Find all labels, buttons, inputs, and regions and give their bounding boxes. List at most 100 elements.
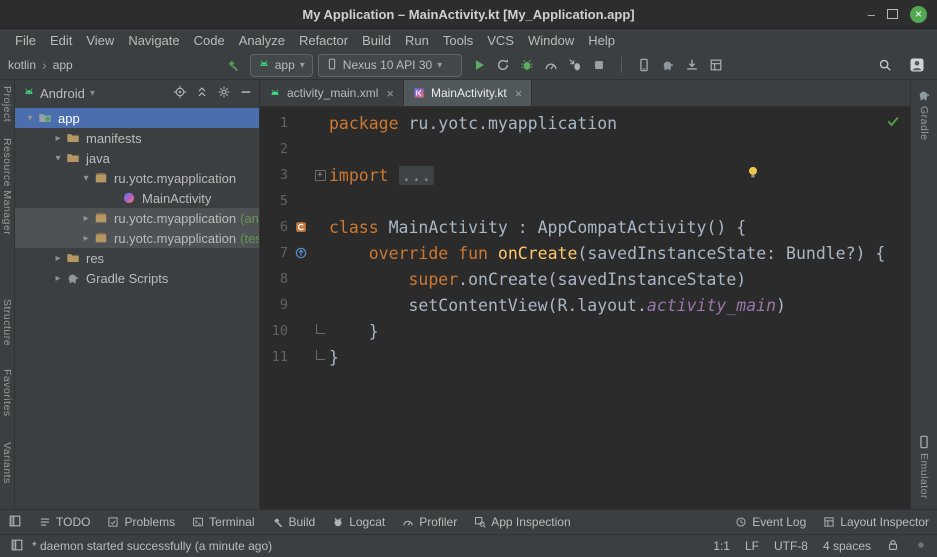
- device-select[interactable]: Nexus 10 API 30 ▾: [318, 54, 462, 77]
- menu-run[interactable]: Run: [398, 33, 436, 48]
- debug-button[interactable]: [515, 54, 539, 76]
- stop-button[interactable]: [587, 54, 611, 76]
- package-icon: [94, 171, 108, 185]
- chevron-right-icon[interactable]: ▸: [51, 253, 65, 264]
- profile-button[interactable]: [539, 54, 563, 76]
- title-bar[interactable]: My Application – MainActivity.kt [My_App…: [0, 0, 937, 29]
- device-manager-button[interactable]: [632, 54, 656, 76]
- chevron-down-icon[interactable]: ▾: [79, 173, 93, 184]
- tool-stripe-project[interactable]: Project: [1, 86, 13, 122]
- tree-item-java[interactable]: ▾java: [15, 148, 259, 168]
- avatar-button[interactable]: [905, 54, 929, 76]
- caret-position[interactable]: 1:1: [713, 539, 730, 553]
- tool-window-switcher-button[interactable]: [8, 514, 22, 531]
- minimize-button[interactable]: –: [868, 8, 875, 21]
- menu-view[interactable]: View: [79, 33, 121, 48]
- close-tab-icon[interactable]: ×: [515, 86, 523, 101]
- menu-window[interactable]: Window: [521, 33, 581, 48]
- menu-analyze[interactable]: Analyze: [232, 33, 292, 48]
- inspection-status-icon[interactable]: [886, 113, 900, 132]
- build-hammer-button[interactable]: [221, 54, 245, 76]
- breadcrumb-module[interactable]: kotlin: [8, 58, 36, 72]
- run-config-value: app: [275, 58, 295, 72]
- editor-tab-activity-main-xml[interactable]: activity_main.xml×: [260, 80, 404, 106]
- attach-debugger-button[interactable]: [563, 54, 587, 76]
- run-button[interactable]: [467, 54, 491, 76]
- menu-vcs[interactable]: VCS: [480, 33, 521, 48]
- menu-code[interactable]: Code: [187, 33, 232, 48]
- line-number: 6: [260, 219, 288, 235]
- tree-item-gradle-scripts[interactable]: ▸Gradle Scripts: [15, 268, 259, 288]
- tool-button-logcat[interactable]: Logcat: [332, 515, 385, 529]
- tool-stripe-favorites[interactable]: Favorites: [1, 369, 13, 417]
- editor-tab-mainactivity-kt[interactable]: MainActivity.kt ×: [404, 80, 532, 106]
- tool-button-todo[interactable]: TODO: [39, 515, 90, 529]
- chevron-right-icon[interactable]: ▸: [79, 213, 93, 224]
- intention-bulb-icon[interactable]: [746, 164, 760, 183]
- tool-button-layout-inspector[interactable]: Layout Inspector: [823, 515, 929, 529]
- menu-help[interactable]: Help: [581, 33, 622, 48]
- tool-stripe-emulator[interactable]: Emulator: [918, 453, 930, 499]
- locate-button[interactable]: [173, 85, 187, 102]
- search-button[interactable]: [873, 54, 897, 76]
- sync-project-button[interactable]: [656, 54, 680, 76]
- run-config-select[interactable]: app ▾: [250, 54, 313, 77]
- tool-button-event-log[interactable]: Event Log: [735, 515, 806, 529]
- tree-item-res[interactable]: ▸res: [15, 248, 259, 268]
- chevron-right-icon[interactable]: ▸: [51, 273, 65, 284]
- editor-tab-label: MainActivity.kt: [431, 86, 507, 100]
- collapse-all-icon: [195, 85, 209, 99]
- fold-expand-icon[interactable]: +: [315, 170, 326, 181]
- file-encoding[interactable]: UTF-8: [774, 539, 808, 553]
- maximize-button[interactable]: [887, 9, 898, 19]
- folder-app-icon: [38, 111, 52, 125]
- menu-tools[interactable]: Tools: [436, 33, 480, 48]
- chevron-right-icon[interactable]: ▸: [51, 133, 65, 144]
- project-view-select[interactable]: Android: [40, 86, 85, 101]
- collapse-all-button[interactable]: [195, 85, 209, 102]
- chevron-right-icon[interactable]: ▸: [79, 233, 93, 244]
- tool-button-build[interactable]: Build: [272, 515, 316, 529]
- gradle-elephant-icon[interactable]: [917, 88, 931, 102]
- chevron-down-icon[interactable]: ▾: [23, 113, 37, 124]
- phone-icon[interactable]: [917, 435, 931, 449]
- tree-item-app[interactable]: ▾app: [15, 108, 259, 128]
- tool-stripe-variants[interactable]: Variants: [1, 442, 13, 484]
- tool-button-app-inspection[interactable]: App Inspection: [474, 515, 570, 529]
- apply-changes-button[interactable]: [491, 54, 515, 76]
- line-number: 5: [260, 193, 288, 209]
- class-marker-icon[interactable]: [294, 220, 308, 234]
- code-editor[interactable]: 1package ru.yotc.myapplication23+import …: [260, 107, 910, 509]
- tool-stripe-gradle[interactable]: Gradle: [918, 106, 930, 141]
- tool-stripe-resource-manager[interactable]: Resource Manager: [1, 138, 13, 235]
- menu-navigate[interactable]: Navigate: [121, 33, 186, 48]
- tree-item-ru-yotc-myapplication[interactable]: ▾ru.yotc.myapplication: [15, 168, 259, 188]
- override-marker-icon[interactable]: [294, 246, 308, 260]
- indent-setting[interactable]: 4 spaces: [823, 539, 871, 553]
- tool-button-profiler[interactable]: Profiler: [402, 515, 457, 529]
- tool-button-problems[interactable]: Problems: [107, 515, 175, 529]
- breadcrumb-item[interactable]: app: [53, 58, 73, 72]
- tool-button-terminal[interactable]: Terminal: [192, 515, 254, 529]
- layout-inspector-button[interactable]: [704, 54, 728, 76]
- hide-button[interactable]: [239, 85, 253, 102]
- tree-item-ru-yotc-myapplication-test[interactable]: ▸ru.yotc.myapplication(test): [15, 228, 259, 248]
- settings-button[interactable]: [217, 85, 231, 102]
- tool-stripe-structure[interactable]: Structure: [1, 299, 13, 346]
- tree-item-ru-yotc-myapplication-androidtest[interactable]: ▸ru.yotc.myapplication(androidTest): [15, 208, 259, 228]
- tree-item-manifests[interactable]: ▸manifests: [15, 128, 259, 148]
- lock-icon: [886, 538, 900, 552]
- apply-changes-icon: [496, 58, 510, 72]
- line-separator[interactable]: LF: [745, 539, 759, 553]
- tree-item-mainactivity[interactable]: MainActivity: [15, 188, 259, 208]
- close-button[interactable]: ×: [910, 6, 927, 23]
- close-tab-icon[interactable]: ×: [386, 86, 394, 101]
- menu-build[interactable]: Build: [355, 33, 398, 48]
- sdk-manager-button[interactable]: [680, 54, 704, 76]
- menu-edit[interactable]: Edit: [43, 33, 79, 48]
- chevron-down-icon[interactable]: ▾: [51, 153, 65, 164]
- menu-refactor[interactable]: Refactor: [292, 33, 355, 48]
- tool-window-switcher-button[interactable]: [10, 541, 24, 555]
- readonly-lock-button[interactable]: [886, 541, 900, 555]
- menu-file[interactable]: File: [8, 33, 43, 48]
